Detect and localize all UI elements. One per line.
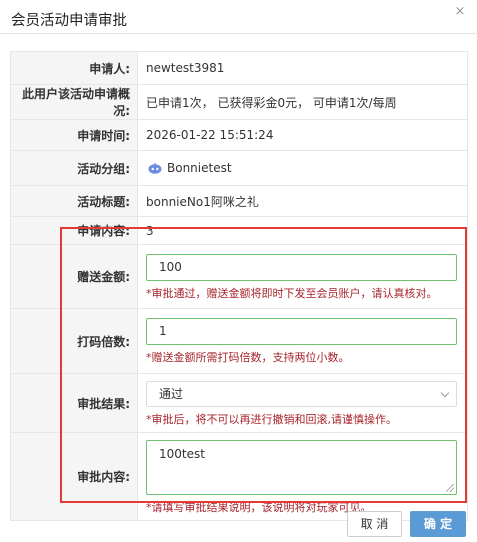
summary-value: 已申请1次， 已获得彩金0元， 可申请1次/每周 bbox=[137, 84, 468, 120]
table-row: 申请人: newtest3981 bbox=[10, 51, 468, 85]
confirm-button[interactable]: 确 定 bbox=[410, 511, 466, 537]
remark-label: 审批内容: bbox=[10, 432, 138, 521]
close-icon[interactable]: × bbox=[453, 5, 467, 19]
dialog-title: 会员活动申请审批 bbox=[11, 13, 127, 29]
multiplier-note: *赠送金额所需打码倍数，支持两位小数。 bbox=[146, 351, 350, 364]
result-label: 审批结果: bbox=[10, 373, 138, 433]
table-row: 活动分组: Bonnietest bbox=[10, 150, 468, 186]
title-divider bbox=[0, 33, 477, 34]
group-cell: Bonnietest bbox=[137, 150, 468, 186]
bonus-amount-input[interactable]: 100 bbox=[146, 253, 457, 281]
time-label: 申请时间: bbox=[10, 119, 138, 151]
multiplier-cell: 1 *赠送金额所需打码倍数，支持两位小数。 bbox=[137, 308, 468, 374]
result-note: *审批后，将不可以再进行撤销和回滚,请谨慎操作。 bbox=[146, 412, 397, 426]
activity-title-label: 活动标题: bbox=[10, 185, 138, 217]
result-selected-value: 通过 bbox=[159, 386, 184, 401]
result-select[interactable]: 通过 bbox=[146, 380, 457, 407]
table-row: 审批内容: 100test *请填写审批结果说明，该说明将对玩家可见。 bbox=[10, 432, 468, 521]
bonus-label: 赠送金额: bbox=[10, 244, 138, 309]
summary-label: 此用户该活动申请概况: bbox=[10, 84, 138, 120]
bonus-cell: 100 *审批通过，赠送金额将即时下发至会员账户，请认真核对。 bbox=[137, 244, 468, 309]
multiplier-label: 打码倍数: bbox=[10, 308, 138, 374]
table-row: 申请时间: 2026-01-22 15:51:24 bbox=[10, 119, 468, 151]
remark-text: 100test bbox=[159, 446, 205, 461]
table-row: 此用户该活动申请概况: 已申请1次， 已获得彩金0元， 可申请1次/每周 bbox=[10, 84, 468, 120]
remark-textarea[interactable]: 100test bbox=[146, 439, 457, 495]
approval-form-table: 申请人: newtest3981 此用户该活动申请概况: 已申请1次， 已获得彩… bbox=[10, 51, 468, 521]
time-value: 2026-01-22 15:51:24 bbox=[137, 119, 468, 151]
table-row: 赠送金额: 100 *审批通过，赠送金额将即时下发至会员账户，请认真核对。 bbox=[10, 244, 468, 309]
table-row: 审批结果: 通过 *审批后，将不可以再进行撤销和回滚,请谨慎操作。 bbox=[10, 373, 468, 433]
table-row: 打码倍数: 1 *赠送金额所需打码倍数，支持两位小数。 bbox=[10, 308, 468, 374]
group-value: Bonnietest bbox=[167, 161, 232, 175]
table-row: 申请内容: 3 bbox=[10, 216, 468, 245]
bot-avatar-icon bbox=[148, 162, 162, 174]
cancel-button[interactable]: 取 消 bbox=[347, 511, 402, 537]
result-cell: 通过 *审批后，将不可以再进行撤销和回滚,请谨慎操作。 bbox=[137, 373, 468, 433]
content-value: 3 bbox=[137, 216, 468, 245]
applicant-value: newtest3981 bbox=[137, 51, 468, 85]
chevron-down-icon bbox=[440, 388, 450, 397]
activity-title-value: bonnieNo1阿咪之礼 bbox=[137, 185, 468, 217]
group-label: 活动分组: bbox=[10, 150, 138, 186]
resize-grip-icon[interactable] bbox=[446, 483, 454, 492]
applicant-label: 申请人: bbox=[10, 51, 138, 85]
content-label: 申请内容: bbox=[10, 216, 138, 245]
table-row: 活动标题: bonnieNo1阿咪之礼 bbox=[10, 185, 468, 217]
multiplier-input[interactable]: 1 bbox=[146, 318, 457, 345]
bonus-note: *审批通过，赠送金额将即时下发至会员账户，请认真核对。 bbox=[146, 286, 438, 300]
remark-cell: 100test *请填写审批结果说明，该说明将对玩家可见。 bbox=[137, 432, 468, 521]
